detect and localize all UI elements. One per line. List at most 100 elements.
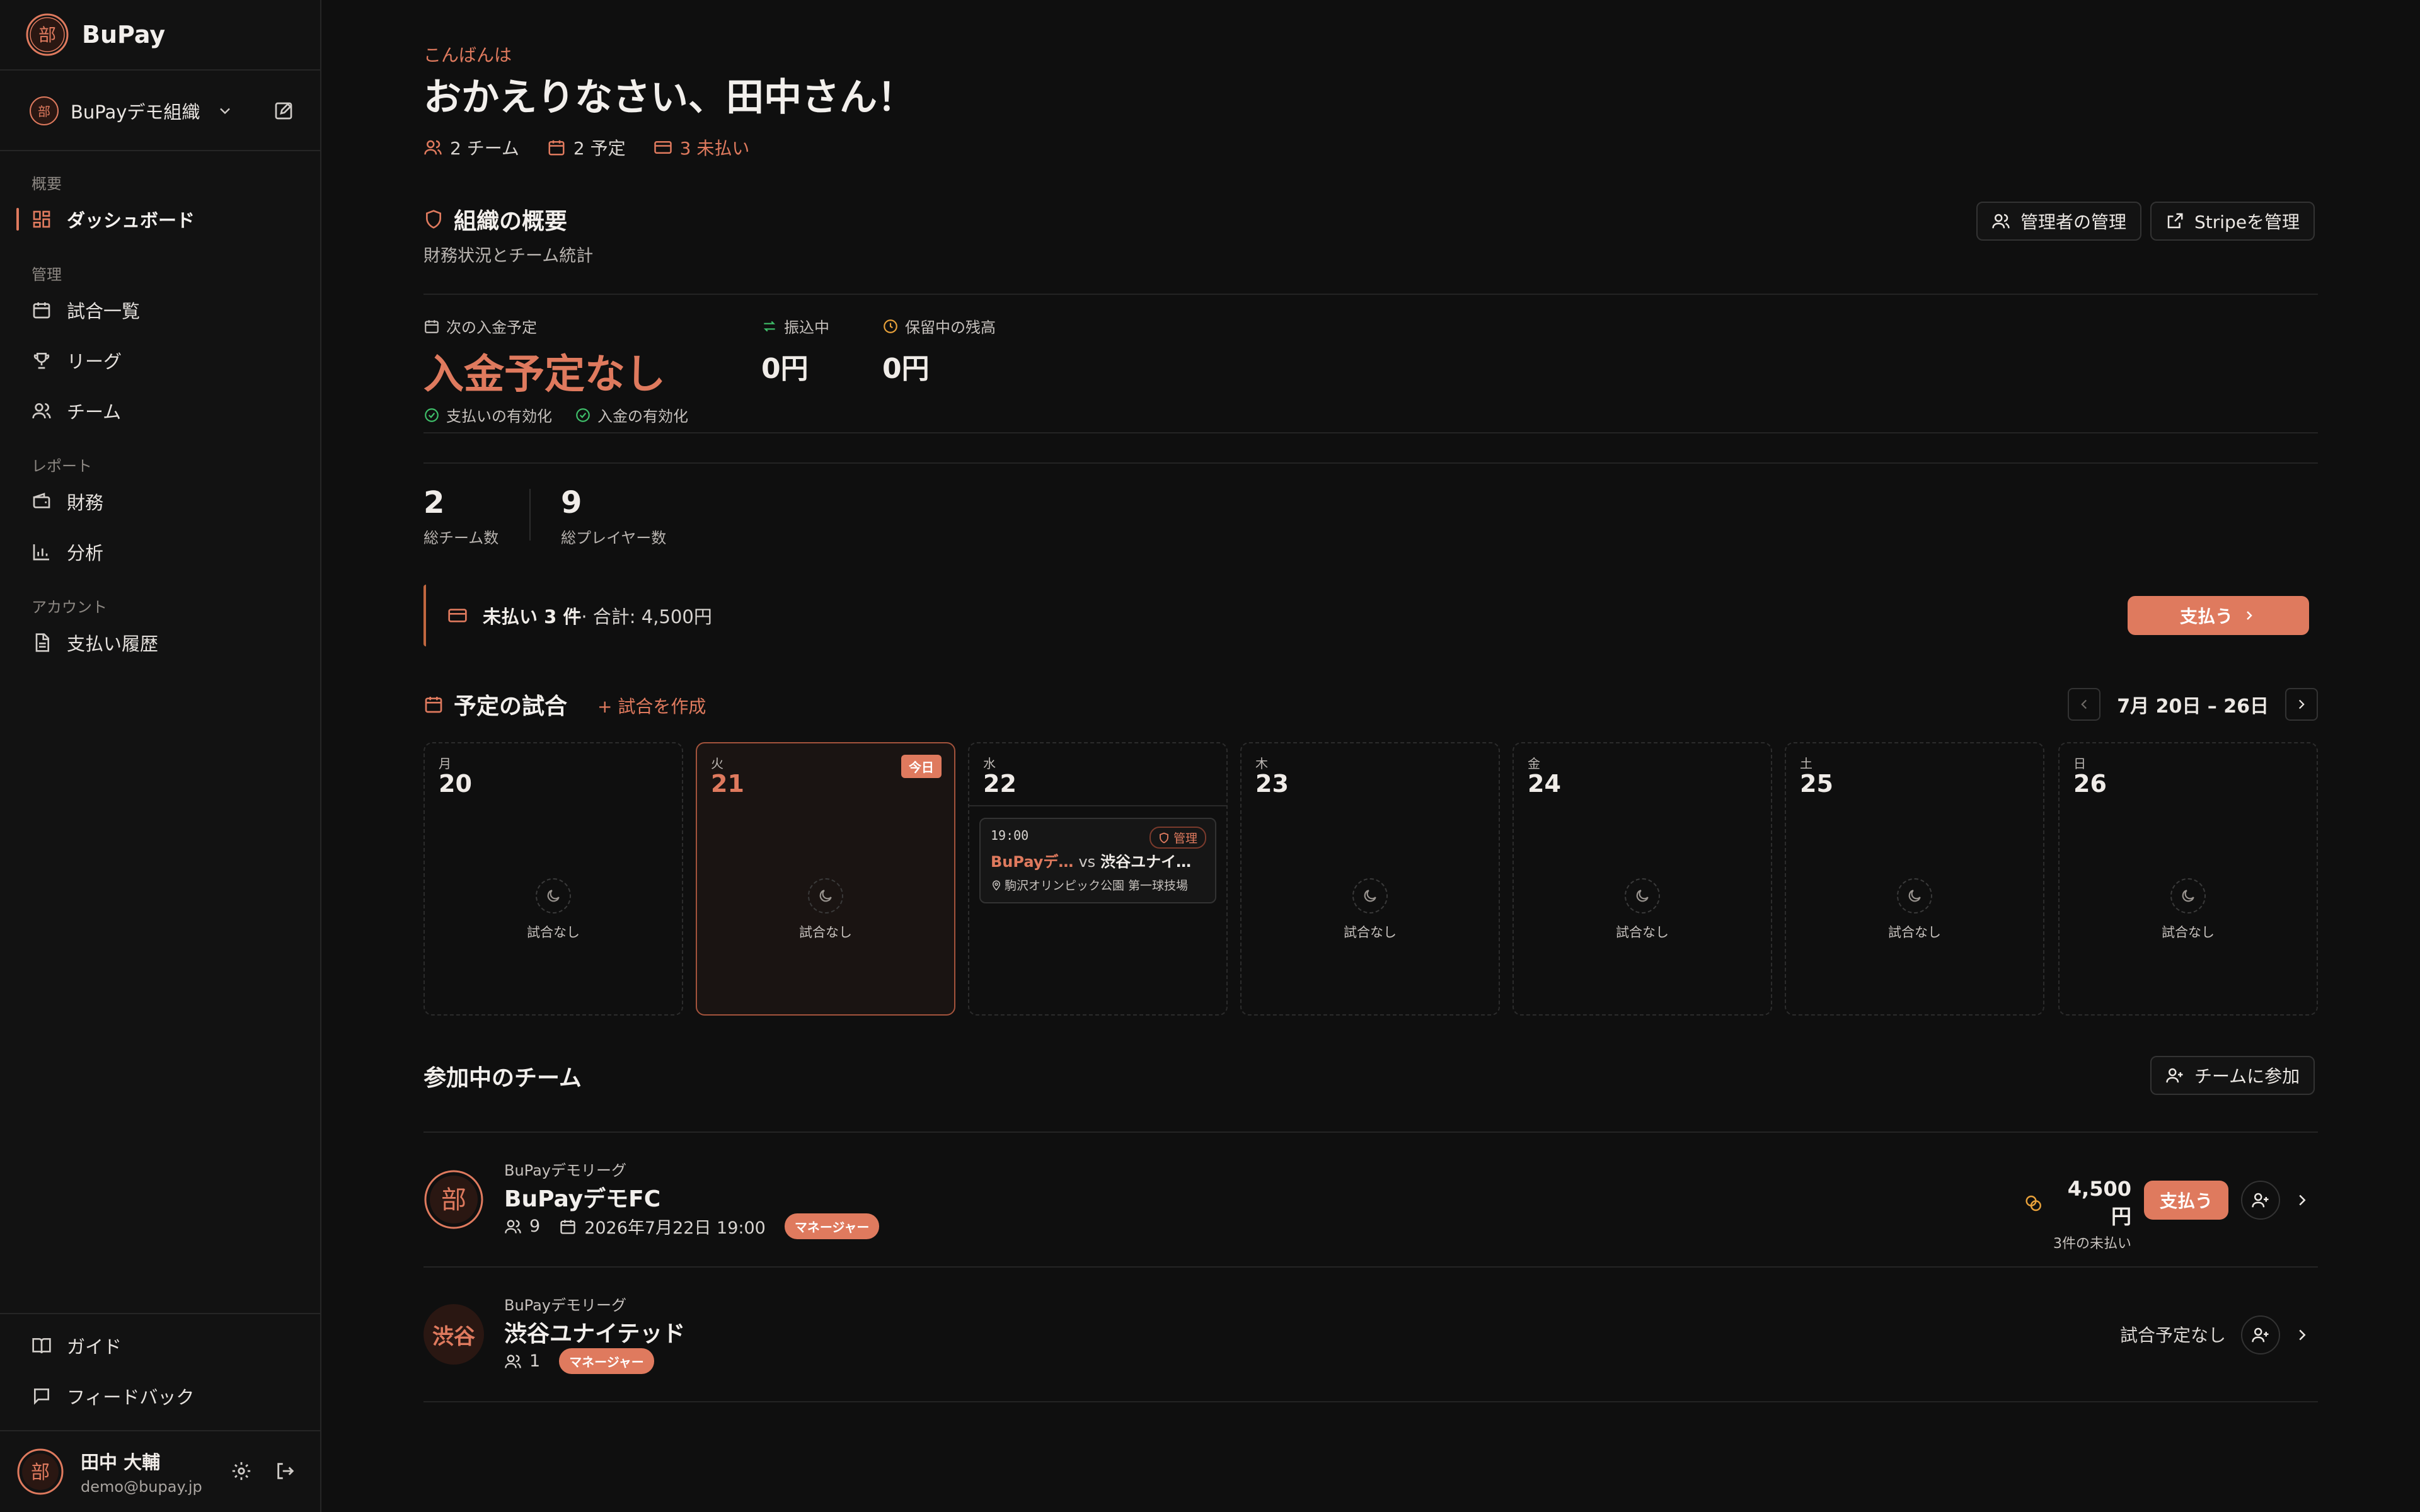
team-row[interactable]: 渋谷 BuPayデモリーグ 渋谷ユナイテッド 1 マネージャー 試合予定なし [424, 1268, 2318, 1401]
day-weekday: 水 [983, 756, 996, 771]
sidebar-item-analytics[interactable]: 分析 [16, 533, 306, 571]
sidebar-divider [0, 1313, 321, 1314]
payouts-enabled: 入金の有効化 [575, 404, 688, 426]
sidebar-divider [0, 69, 321, 71]
sidebar-item-label: 分析 [67, 542, 104, 564]
sidebar-item-feedback[interactable]: フィードバック [16, 1377, 306, 1415]
day-cell[interactable]: 月 20 試合なし [424, 742, 683, 1016]
gear-icon[interactable] [231, 1460, 252, 1482]
grid-icon [33, 210, 50, 228]
day-cell[interactable]: 金 24 試合なし [1512, 742, 1772, 1016]
user-profile[interactable]: 部 田中 大輔 demo@bupay.jp [16, 1443, 306, 1501]
chevron-right-icon[interactable] [2293, 1326, 2312, 1344]
teams-title-text: 参加中のチーム [424, 1065, 582, 1091]
team-name: 渋谷ユナイテッド [504, 1321, 686, 1347]
team-name: BuPayデモFC [504, 1186, 661, 1212]
day-date: 20 [439, 770, 472, 798]
sidebar-item-label: ガイド [67, 1336, 122, 1358]
team-pay-button[interactable]: 支払う [2144, 1181, 2228, 1220]
sidebar-item-league[interactable]: リーグ [16, 341, 306, 379]
chevron-right-icon[interactable] [2293, 1191, 2312, 1210]
org-overview-title: 組織の概要 [424, 203, 567, 236]
create-match-link[interactable]: + 試合を作成 [597, 693, 706, 718]
clock-icon [884, 319, 897, 333]
no-match-text: 試合なし [2162, 925, 2215, 940]
next-match: 2026年7月22日 19:00 [559, 1214, 766, 1239]
edit-icon[interactable] [274, 101, 294, 121]
pay-button-label: 支払う [2179, 606, 2233, 627]
chevron-down-icon[interactable] [216, 102, 234, 120]
match-teams: BuPayデ… vs 渋谷ユナイ… [991, 849, 1205, 871]
team-unpaid: 4,500円 3件の未払い [2024, 1177, 2131, 1252]
day-cell[interactable]: 土 25 試合なし [1785, 742, 2044, 1016]
sidebar-item-label: リーグ [67, 351, 122, 372]
team-unpaid-amount-text: 4,500円 [2067, 1177, 2131, 1228]
manage-stripe-button[interactable]: Stripeを管理 [2150, 202, 2315, 241]
users-icon [505, 1220, 521, 1234]
invite-member-button[interactable] [2241, 1315, 2280, 1354]
org-switcher[interactable]: 部 BuPayデモ組織 [29, 94, 294, 127]
day-date: 22 [983, 770, 1017, 798]
next-week-button[interactable] [2285, 688, 2318, 721]
team-league: BuPayデモリーグ [504, 1297, 626, 1314]
sidebar-item-matches[interactable]: 試合一覧 [16, 291, 306, 329]
team-unpaid-amount: 4,500円 [2024, 1177, 2131, 1230]
no-match-text: 試合なし [527, 925, 580, 940]
sidebar-item-guide[interactable]: ガイド [16, 1327, 306, 1365]
team-logo: 渋谷 [424, 1304, 484, 1365]
sidebar-item-team[interactable]: チーム [16, 392, 306, 430]
divider [424, 1401, 2318, 1402]
sidebar-item-dashboard[interactable]: ダッシュボード [16, 200, 306, 238]
day-date: 26 [2073, 770, 2107, 798]
main-content: こんばんは おかえりなさい、田中さん！ 2 チーム 2 予定 3 未払い 組織の… [424, 0, 2318, 1512]
sidebar-item-payments[interactable]: 支払い履歴 [16, 624, 306, 662]
shield-icon [426, 210, 441, 229]
next-payout-value: 入金予定なし [424, 352, 666, 398]
chevron-right-icon [2247, 611, 2252, 620]
unpaid-total: · 合計: 4,500円 [581, 606, 712, 627]
section-label-report: レポート [32, 457, 92, 475]
week-nav: 7月 20日 – 26日 [2068, 688, 2318, 721]
join-team-button[interactable]: チームに参加 [2150, 1056, 2315, 1095]
teams-count-text: 2 チーム [450, 138, 519, 159]
divider [424, 462, 2318, 464]
day-cell[interactable]: 水 22 19:00 管理 BuPayデ… vs 渋谷ユナイ… 駒沢オリンピック公園… [968, 742, 1228, 1016]
pay-button[interactable]: 支払う [2128, 596, 2309, 635]
users-icon [32, 403, 51, 419]
prev-week-button[interactable] [2068, 688, 2101, 721]
schedule-header: 予定の試合 + 試合を作成 7月 20日 – 26日 [424, 685, 2318, 723]
manage-badge: 管理 [1149, 827, 1206, 849]
manage-admins-button[interactable]: 管理者の管理 [1976, 202, 2142, 241]
next-payout-label: 次の入金予定 [424, 315, 688, 337]
logout-icon[interactable] [275, 1460, 296, 1482]
home-team: BuPayデ… [991, 853, 1074, 871]
unpaid-count[interactable]: 3 未払い [654, 135, 749, 160]
no-match: 試合なし [425, 878, 682, 941]
org-overview-title-text: 組織の概要 [454, 209, 568, 234]
day-cell[interactable]: 木 23 試合なし [1240, 742, 1500, 1016]
manage-admins-label: 管理者の管理 [2020, 212, 2127, 232]
sidebar-item-label: フィードバック [67, 1387, 195, 1408]
invite-member-button[interactable] [2241, 1181, 2280, 1220]
held-balance: 保留中の残高 0円 [882, 315, 996, 386]
org-name: BuPayデモ組織 [71, 101, 200, 123]
day-cell-today[interactable]: 火 21 今日 試合なし [696, 742, 955, 1016]
match-card[interactable]: 19:00 管理 BuPayデ… vs 渋谷ユナイ… 駒沢オリンピック公園 第一球技… [979, 818, 1216, 903]
map-pin-icon [992, 880, 1001, 891]
role-badge: マネージャー [784, 1213, 880, 1239]
sidebar-item-finance[interactable]: 財務 [16, 483, 306, 520]
svg-text:部: 部 [31, 1462, 50, 1484]
join-team-label: チームに参加 [2194, 1066, 2300, 1087]
brand[interactable]: 部 BuPay [25, 13, 165, 57]
team-row[interactable]: 部 BuPayデモリーグ BuPayデモFC 9 2026年7月22日 19:0… [424, 1133, 2318, 1266]
day-cell[interactable]: 日 26 試合なし [2058, 742, 2318, 1016]
day-date: 23 [1255, 770, 1289, 798]
match-location-text: 駒沢オリンピック公園 第一球技場 [1005, 879, 1189, 893]
header-stats: 2 チーム 2 予定 3 未払い [424, 135, 749, 160]
svg-text:部: 部 [38, 104, 50, 119]
user-plus-icon [2252, 1327, 2269, 1343]
day-weekday: 日 [2073, 756, 2086, 771]
moon-icon [1625, 878, 1660, 914]
user-plus-icon [2166, 1068, 2183, 1083]
bupay-logo-icon: 部 [26, 13, 69, 56]
